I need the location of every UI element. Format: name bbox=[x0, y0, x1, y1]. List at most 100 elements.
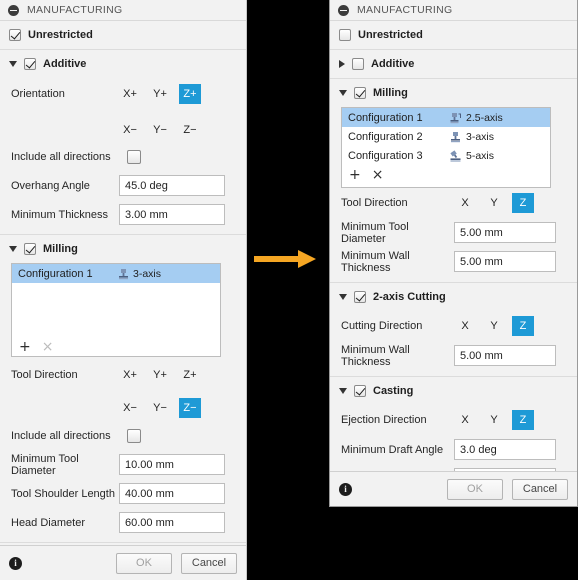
left-overhang-angle-input[interactable]: 45.0 deg bbox=[119, 175, 225, 196]
left-config1-name: Configuration 1 bbox=[18, 267, 93, 280]
right-additive-checkbox[interactable] bbox=[352, 58, 364, 70]
right-config1-kind-label: 2.5-axis bbox=[466, 111, 503, 124]
add-config-button[interactable]: + bbox=[349, 168, 361, 182]
right-tool-direction-z[interactable]: Z bbox=[512, 193, 534, 213]
left-min-tool-diameter-label: Minimum Tool Diameter bbox=[11, 452, 79, 477]
right-casting-checkbox[interactable] bbox=[354, 385, 366, 397]
left-head-diameter-row: Head Diameter 60.00 mm bbox=[0, 508, 246, 537]
right-panel-titlebar: MANUFACTURING bbox=[330, 0, 577, 21]
right-ejection-direction-x[interactable]: X bbox=[454, 410, 476, 430]
right-min-wall-thickness-input[interactable]: 5.00 mm bbox=[454, 251, 556, 272]
right-ejection-direction-y[interactable]: Y bbox=[483, 410, 505, 430]
cancel-button[interactable]: Cancel bbox=[181, 552, 237, 574]
left-tool-direction-yminus[interactable]: Y− bbox=[149, 398, 171, 418]
left-orientation-zplus[interactable]: Z+ bbox=[179, 84, 201, 104]
right-min-draft-angle-input[interactable]: 3.0 deg bbox=[454, 439, 556, 460]
left-tool-direction-row2: X− Y− Z− bbox=[0, 395, 246, 421]
left-orientation-yminus[interactable]: Y− bbox=[149, 120, 171, 140]
right-cutting-direction-axes: X Y Z bbox=[454, 316, 534, 336]
left-head-diameter-input[interactable]: 60.00 mm bbox=[119, 512, 225, 533]
right-cutting-direction-y[interactable]: Y bbox=[483, 316, 505, 336]
right-milling-header[interactable]: Milling bbox=[330, 79, 577, 107]
right-ejection-direction-row: Ejection Direction X Y Z bbox=[330, 405, 577, 435]
right-2axis-cutting-header[interactable]: 2-axis Cutting bbox=[330, 283, 577, 311]
left-additive-header[interactable]: Additive bbox=[0, 50, 246, 78]
left-orientation-row: Orientation X+ Y+ Z+ bbox=[0, 78, 246, 118]
right-config3-kind-label: 5-axis bbox=[466, 149, 495, 162]
left-orientation-xminus[interactable]: X− bbox=[119, 120, 141, 140]
add-config-button[interactable]: + bbox=[19, 340, 31, 354]
remove-config-button[interactable]: × bbox=[372, 168, 384, 182]
left-panel-footer: i OK Cancel bbox=[0, 545, 246, 580]
right-tool-direction-label: Tool Direction bbox=[341, 197, 408, 209]
left-orientation-xplus[interactable]: X+ bbox=[119, 84, 141, 104]
right-casting-header[interactable]: Casting bbox=[330, 377, 577, 405]
right-min-tool-diameter-label: Minimum Tool Diameter bbox=[341, 220, 409, 245]
right-section-2axis-cutting: 2-axis Cutting Cutting Direction X Y Z M… bbox=[330, 283, 577, 377]
right-panel-footer: i OK Cancel bbox=[330, 471, 577, 506]
left-orientation-zminus[interactable]: Z− bbox=[179, 120, 201, 140]
right-milling-config-list[interactable]: Configuration 1 2.5-axis Configuration 2 bbox=[341, 107, 551, 188]
left-tool-direction-xminus[interactable]: X− bbox=[119, 398, 141, 418]
list-item[interactable]: Configuration 3 5-axis bbox=[342, 146, 550, 165]
list-item[interactable]: Configuration 1 2.5-axis bbox=[342, 108, 550, 127]
right-cutting-direction-x[interactable]: X bbox=[454, 316, 476, 336]
chevron-down-icon[interactable] bbox=[9, 61, 17, 67]
left-orientation-yplus[interactable]: Y+ bbox=[149, 84, 171, 104]
left-tool-direction-axes-row1: X+ Y+ Z+ bbox=[119, 365, 201, 385]
chevron-down-icon[interactable] bbox=[339, 294, 347, 300]
right-2axis-min-wall-thickness-input[interactable]: 5.00 mm bbox=[454, 345, 556, 366]
chevron-right-icon[interactable] bbox=[339, 60, 345, 68]
left-tool-direction-xplus[interactable]: X+ bbox=[119, 365, 141, 385]
right-ejection-direction-z[interactable]: Z bbox=[512, 410, 534, 430]
cancel-button[interactable]: Cancel bbox=[512, 478, 568, 500]
left-tool-shoulder-length-input[interactable]: 40.00 mm bbox=[119, 483, 225, 504]
left-milling-header[interactable]: Milling bbox=[0, 235, 246, 263]
right-additive-label: Additive bbox=[371, 58, 415, 70]
right-config1-name: Configuration 1 bbox=[348, 111, 423, 124]
minus-circle-icon[interactable] bbox=[338, 4, 349, 16]
left-milling-checkbox[interactable] bbox=[24, 243, 36, 255]
left-unrestricted-checkbox[interactable] bbox=[9, 29, 21, 41]
right-unrestricted-checkbox[interactable] bbox=[339, 29, 351, 41]
left-milling-config-list[interactable]: Configuration 1 3-axis + × bbox=[11, 263, 221, 357]
right-unrestricted-header[interactable]: Unrestricted bbox=[330, 21, 577, 49]
left-milling-include-all-checkbox[interactable] bbox=[127, 428, 141, 443]
left-additive-checkbox[interactable] bbox=[24, 58, 36, 70]
left-tool-direction-zplus[interactable]: Z+ bbox=[179, 365, 201, 385]
right-tool-direction-x[interactable]: X bbox=[454, 193, 476, 213]
left-tool-direction-yplus[interactable]: Y+ bbox=[149, 365, 171, 385]
ok-button[interactable]: OK bbox=[116, 552, 172, 574]
list-item[interactable]: Configuration 2 3-axis bbox=[342, 127, 550, 146]
chevron-down-icon[interactable] bbox=[339, 388, 347, 394]
left-config-list-empty-area[interactable] bbox=[12, 283, 220, 337]
left-min-thickness-label: Minimum Thickness bbox=[11, 208, 108, 221]
left-overhang-angle-label: Overhang Angle bbox=[11, 179, 90, 192]
right-config2-kind-label: 3-axis bbox=[466, 130, 495, 143]
right-additive-header[interactable]: Additive bbox=[330, 50, 577, 78]
left-min-tool-diameter-row: Minimum Tool Diameter 10.00 mm bbox=[0, 450, 246, 479]
right-min-tool-diameter-input[interactable]: 5.00 mm bbox=[454, 222, 556, 243]
info-icon[interactable]: i bbox=[9, 556, 22, 570]
left-unrestricted-header[interactable]: Unrestricted bbox=[0, 21, 246, 49]
info-icon[interactable]: i bbox=[339, 482, 352, 496]
right-tool-direction-y[interactable]: Y bbox=[483, 193, 505, 213]
right-milling-checkbox[interactable] bbox=[354, 87, 366, 99]
left-tool-direction-zminus[interactable]: Z− bbox=[179, 398, 201, 418]
left-additive-include-all-checkbox[interactable] bbox=[127, 149, 141, 164]
minus-circle-icon[interactable] bbox=[8, 4, 19, 16]
chevron-down-icon[interactable] bbox=[9, 246, 17, 252]
left-min-tool-diameter-input[interactable]: 10.00 mm bbox=[119, 454, 225, 475]
mill-5axis-icon bbox=[450, 149, 461, 162]
ok-button[interactable]: OK bbox=[447, 478, 503, 500]
right-cutting-direction-z[interactable]: Z bbox=[512, 316, 534, 336]
left-milling-include-all-row: Include all directions bbox=[0, 421, 246, 450]
left-min-thickness-input[interactable]: 3.00 mm bbox=[119, 204, 225, 225]
left-config1-kind: 3-axis bbox=[118, 268, 161, 280]
chevron-down-icon[interactable] bbox=[339, 90, 347, 96]
right-ejection-direction-label: Ejection Direction bbox=[341, 414, 427, 426]
left-config-list-tools: + × bbox=[12, 337, 220, 357]
right-2axis-cutting-checkbox[interactable] bbox=[354, 291, 366, 303]
list-item[interactable]: Configuration 1 3-axis bbox=[12, 264, 220, 283]
right-config-list-tools: + × bbox=[342, 165, 550, 185]
